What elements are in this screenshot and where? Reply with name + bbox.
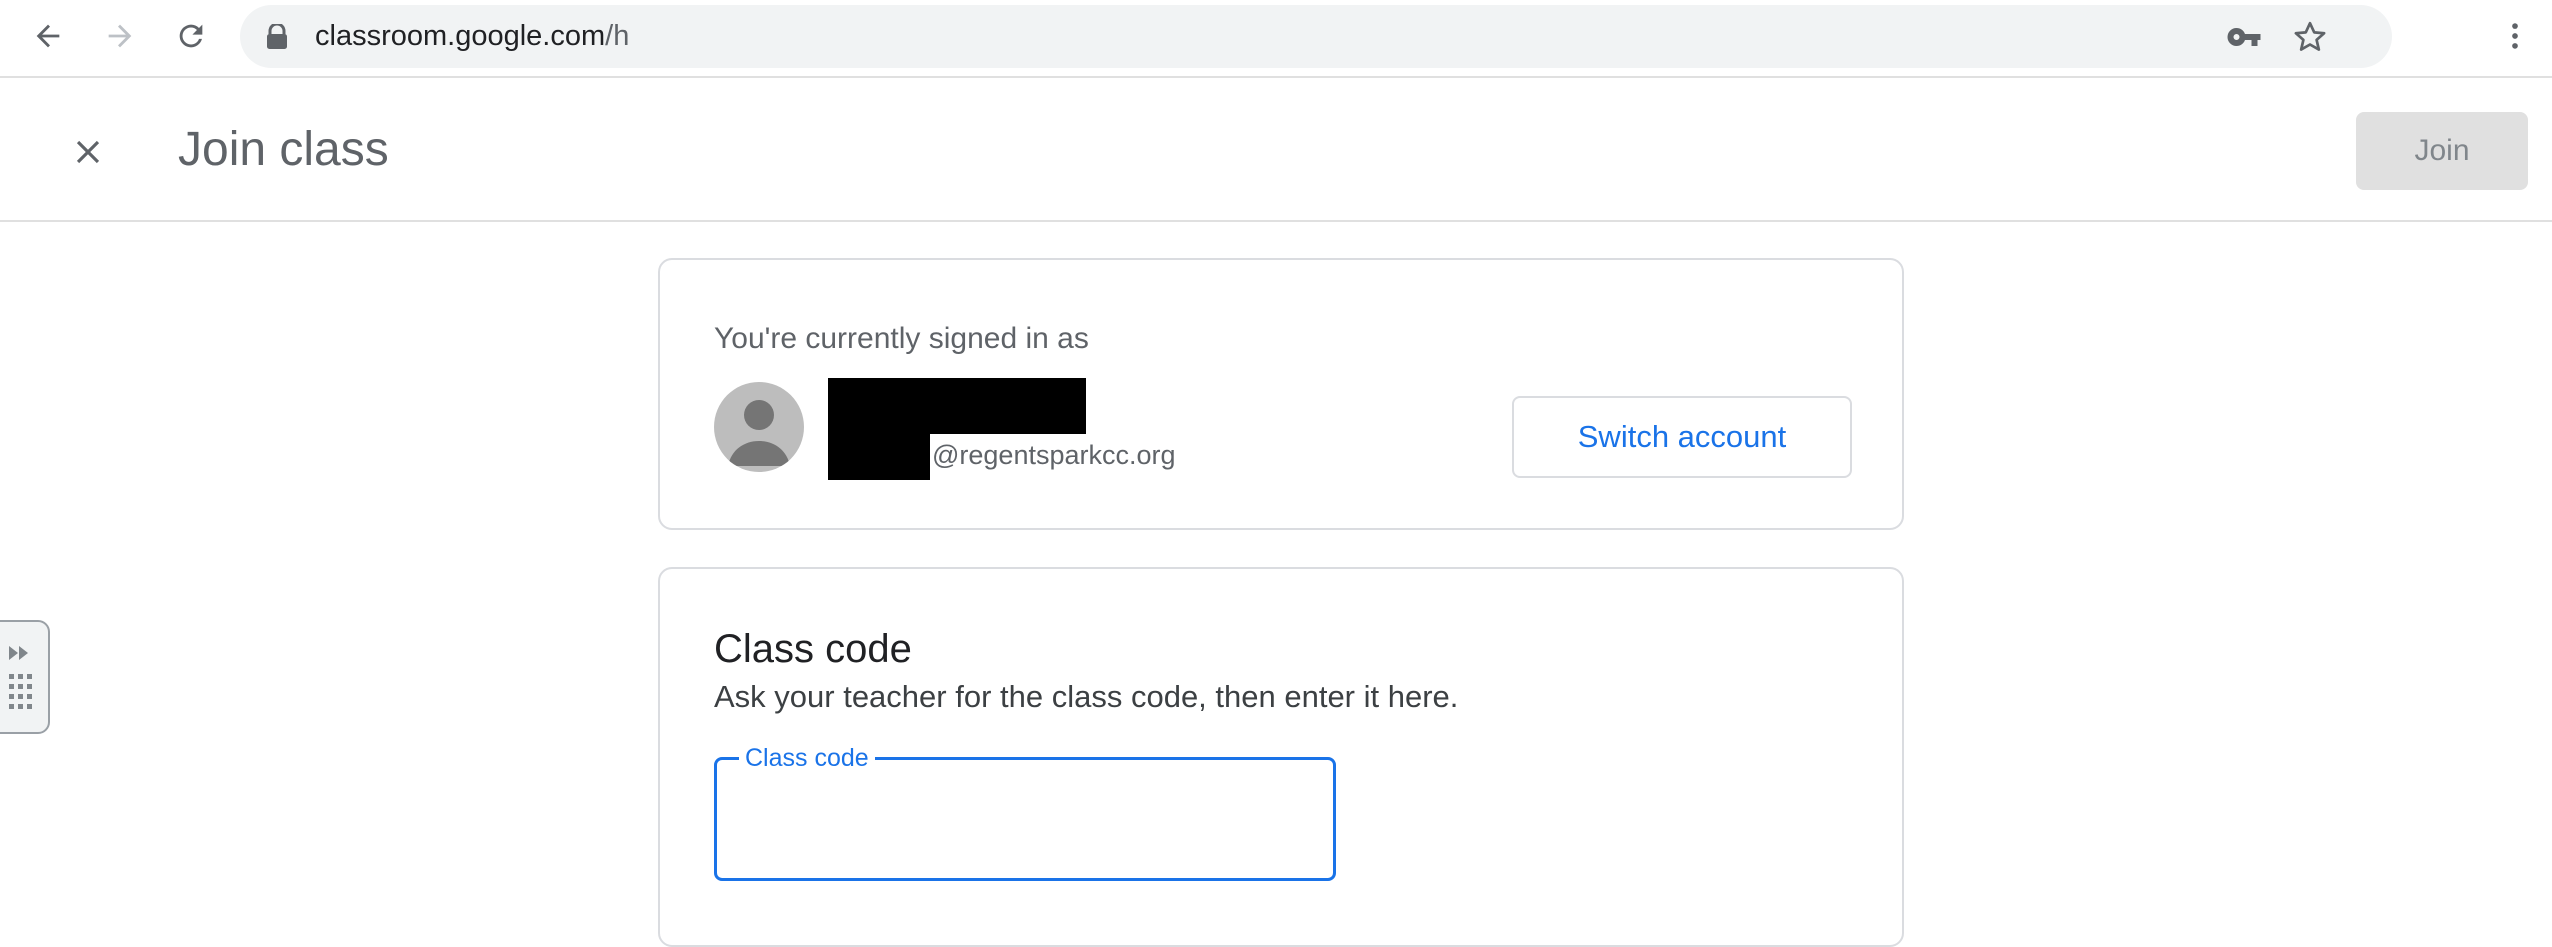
reload-button[interactable]	[166, 11, 216, 61]
account-email-domain: @regentsparkcc.org	[932, 440, 1176, 470]
app-header: Join class Join	[0, 80, 2552, 222]
redacted-email-user	[828, 430, 930, 480]
class-code-description: Ask your teacher for the class code, the…	[714, 679, 1459, 714]
bookmark-star-button[interactable]	[2292, 19, 2328, 55]
signed-in-label: You're currently signed in as	[714, 322, 1089, 355]
url-host: classroom.google.com	[315, 20, 606, 52]
person-icon	[728, 400, 790, 466]
key-icon	[2227, 28, 2261, 46]
page-title: Join class	[178, 123, 389, 176]
browser-toolbar: classroom.google.com/h	[0, 0, 2552, 78]
url-path: /h	[605, 20, 630, 52]
fast-forward-keypad-icon	[9, 646, 32, 709]
join-button[interactable]: Join	[2356, 112, 2528, 190]
class-code-field[interactable]: Class code	[714, 743, 1336, 881]
class-code-card: Class code Ask your teacher for the clas…	[658, 567, 1904, 947]
class-code-input[interactable]	[739, 800, 1309, 860]
password-key-button[interactable]	[2226, 19, 2262, 55]
redacted-account-name	[828, 378, 1086, 434]
class-code-heading: Class code	[714, 627, 912, 671]
back-arrow-icon	[36, 24, 60, 48]
forward-arrow-icon	[108, 24, 132, 48]
side-panel-handle[interactable]	[0, 620, 50, 734]
close-button[interactable]	[58, 122, 118, 182]
close-icon	[76, 140, 100, 164]
star-icon	[2294, 21, 2326, 51]
class-code-field-label: Class code	[739, 743, 875, 773]
lock-icon	[267, 24, 287, 49]
more-vert-icon	[2512, 23, 2518, 49]
switch-account-button[interactable]: Switch account	[1512, 396, 1852, 478]
forward-button[interactable]	[95, 11, 145, 61]
back-button[interactable]	[23, 11, 73, 61]
url-text: classroom.google.com/h	[315, 5, 629, 68]
account-card: You're currently signed in as @regentspa…	[658, 258, 1904, 530]
avatar	[714, 382, 804, 472]
reload-icon	[179, 24, 203, 48]
address-bar[interactable]: classroom.google.com/h	[240, 5, 2392, 68]
browser-menu-button[interactable]	[2490, 11, 2540, 61]
